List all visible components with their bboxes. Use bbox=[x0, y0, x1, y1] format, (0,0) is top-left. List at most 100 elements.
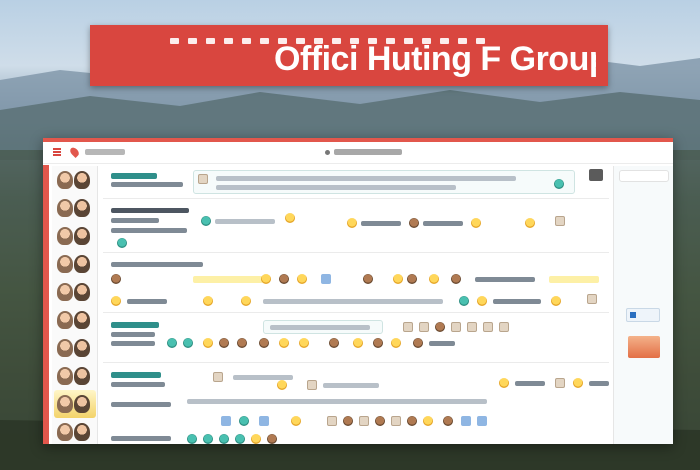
image-thumbnail[interactable] bbox=[307, 380, 317, 390]
image-thumbnail[interactable] bbox=[327, 416, 337, 426]
emoji-icon[interactable] bbox=[183, 338, 193, 348]
contact-item[interactable] bbox=[54, 250, 96, 278]
emoji-icon[interactable] bbox=[117, 238, 127, 248]
contact-item[interactable] bbox=[54, 418, 96, 444]
emoji-icon[interactable] bbox=[291, 416, 301, 426]
image-thumbnail[interactable] bbox=[221, 416, 231, 426]
image-thumbnail[interactable] bbox=[391, 416, 401, 426]
image-thumbnail[interactable] bbox=[483, 322, 493, 332]
image-thumbnail[interactable] bbox=[451, 322, 461, 332]
image-thumbnail[interactable] bbox=[259, 416, 269, 426]
emoji-icon[interactable] bbox=[203, 296, 213, 306]
emoji-icon[interactable] bbox=[363, 274, 373, 284]
emoji-icon[interactable] bbox=[203, 434, 213, 444]
emoji-icon[interactable] bbox=[241, 296, 251, 306]
emoji-icon[interactable] bbox=[477, 296, 487, 306]
nav-label[interactable] bbox=[85, 149, 125, 155]
image-thumbnail[interactable] bbox=[477, 416, 487, 426]
emoji-icon[interactable] bbox=[329, 338, 339, 348]
emoji-icon[interactable] bbox=[435, 322, 445, 332]
emoji-icon[interactable] bbox=[239, 416, 249, 426]
message-bubble[interactable] bbox=[263, 320, 383, 334]
emoji-icon[interactable] bbox=[219, 338, 229, 348]
emoji-icon[interactable] bbox=[393, 274, 403, 284]
emoji-icon[interactable] bbox=[459, 296, 469, 306]
emoji-icon[interactable] bbox=[219, 434, 229, 444]
menu-icon[interactable] bbox=[53, 148, 61, 156]
emoji-icon[interactable] bbox=[413, 338, 423, 348]
emoji-icon[interactable] bbox=[203, 338, 213, 348]
image-thumbnail[interactable] bbox=[321, 274, 331, 284]
emoji-icon[interactable] bbox=[279, 338, 289, 348]
contact-item[interactable] bbox=[54, 278, 96, 306]
emoji-icon[interactable] bbox=[407, 416, 417, 426]
emoji-icon[interactable] bbox=[554, 179, 564, 189]
image-thumbnail[interactable] bbox=[555, 378, 565, 388]
image-thumbnail[interactable] bbox=[419, 322, 429, 332]
image-thumbnail[interactable] bbox=[587, 294, 597, 304]
emoji-icon[interactable] bbox=[375, 416, 385, 426]
emoji-icon[interactable] bbox=[187, 434, 197, 444]
emoji-icon[interactable] bbox=[451, 274, 461, 284]
emoji-icon[interactable] bbox=[299, 338, 309, 348]
emoji-icon[interactable] bbox=[353, 338, 363, 348]
image-thumbnail[interactable] bbox=[213, 372, 223, 382]
emoji-icon[interactable] bbox=[235, 434, 245, 444]
emoji-icon[interactable] bbox=[573, 378, 583, 388]
emoji-icon[interactable] bbox=[285, 213, 295, 223]
emoji-icon[interactable] bbox=[343, 416, 353, 426]
emoji-icon[interactable] bbox=[407, 274, 417, 284]
emoji-icon[interactable] bbox=[391, 338, 401, 348]
contact-item[interactable] bbox=[54, 306, 96, 334]
contact-item-selected[interactable] bbox=[54, 390, 96, 418]
contact-item[interactable] bbox=[54, 362, 96, 390]
message-text bbox=[111, 218, 159, 223]
emoji-icon[interactable] bbox=[237, 338, 247, 348]
emoji-icon[interactable] bbox=[201, 216, 211, 226]
emoji-icon[interactable] bbox=[261, 274, 271, 284]
emoji-icon[interactable] bbox=[111, 296, 121, 306]
message-text bbox=[111, 208, 189, 213]
emoji-icon[interactable] bbox=[373, 338, 383, 348]
image-thumbnail[interactable] bbox=[403, 322, 413, 332]
image-thumbnail[interactable] bbox=[198, 174, 208, 184]
message-bubble[interactable] bbox=[193, 170, 575, 194]
emoji-icon[interactable] bbox=[251, 434, 261, 444]
pin-icon[interactable] bbox=[68, 145, 81, 159]
emoji-icon[interactable] bbox=[551, 296, 561, 306]
group-logo[interactable] bbox=[626, 308, 660, 322]
message-text bbox=[270, 325, 370, 330]
image-thumbnail[interactable] bbox=[555, 216, 565, 226]
message-text bbox=[323, 383, 379, 388]
emoji-icon[interactable] bbox=[471, 218, 481, 228]
message-text bbox=[111, 332, 155, 337]
group-card-image[interactable] bbox=[628, 336, 660, 358]
panel-search-input[interactable] bbox=[619, 170, 669, 182]
message-text bbox=[429, 341, 455, 346]
emoji-icon[interactable] bbox=[499, 378, 509, 388]
contact-item[interactable] bbox=[54, 222, 96, 250]
message-text bbox=[233, 375, 293, 380]
contact-item[interactable] bbox=[54, 166, 96, 194]
emoji-icon[interactable] bbox=[443, 416, 453, 426]
contact-sidebar bbox=[52, 166, 98, 444]
emoji-icon[interactable] bbox=[279, 274, 289, 284]
image-thumbnail[interactable] bbox=[359, 416, 369, 426]
emoji-icon[interactable] bbox=[525, 218, 535, 228]
image-thumbnail[interactable] bbox=[499, 322, 509, 332]
emoji-icon[interactable] bbox=[297, 274, 307, 284]
emoji-icon[interactable] bbox=[423, 416, 433, 426]
image-thumbnail[interactable] bbox=[467, 322, 477, 332]
emoji-icon[interactable] bbox=[277, 380, 287, 390]
contact-item[interactable] bbox=[54, 194, 96, 222]
contact-item[interactable] bbox=[54, 334, 96, 362]
emoji-icon[interactable] bbox=[409, 218, 419, 228]
emoji-icon[interactable] bbox=[111, 274, 121, 284]
emoji-icon[interactable] bbox=[167, 338, 177, 348]
image-thumbnail[interactable] bbox=[461, 416, 471, 426]
window-action-icon[interactable] bbox=[589, 169, 603, 181]
emoji-icon[interactable] bbox=[429, 274, 439, 284]
emoji-icon[interactable] bbox=[259, 338, 269, 348]
emoji-icon[interactable] bbox=[347, 218, 357, 228]
emoji-icon[interactable] bbox=[267, 434, 277, 444]
